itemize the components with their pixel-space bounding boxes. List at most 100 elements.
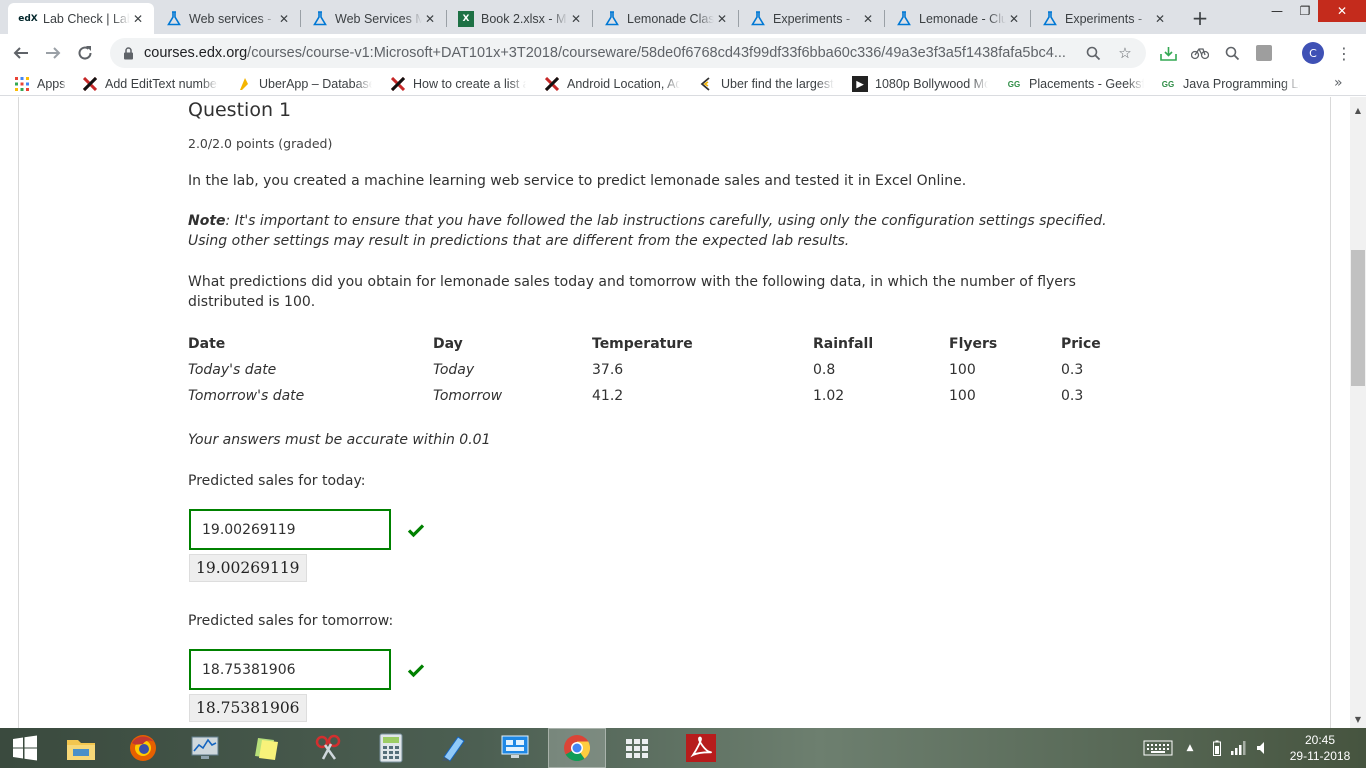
tray-expand-icon[interactable]: ▲ [1182, 728, 1198, 768]
table-header: Rainfall [813, 336, 874, 352]
zoom-icon[interactable] [1083, 43, 1103, 63]
reload-icon [78, 46, 92, 60]
bookmark-label: Uber find the largest [721, 77, 834, 91]
reload-button[interactable] [72, 40, 98, 66]
table-cell: Today's date [188, 362, 277, 378]
tab-title: Experiments - [773, 11, 851, 26]
tab-lemonade-clas[interactable]: Lemonade Clas ✕ [592, 3, 738, 34]
taskbar-calculator[interactable] [362, 728, 420, 768]
address-bar[interactable]: courses.edx.org/courses/course-v1:Micros… [110, 38, 1146, 68]
new-tab-button[interactable]: + [1188, 6, 1212, 30]
start-button[interactable] [0, 728, 50, 768]
signal-icon[interactable] [1228, 728, 1250, 768]
tab-separator [738, 10, 739, 27]
taskbar-clock[interactable]: 20:45 29-11-2018 [1282, 732, 1358, 764]
restore-button[interactable]: ❐ [1292, 0, 1318, 22]
tab-web-services-m[interactable]: Web Services M ✕ [300, 3, 446, 34]
table-cell: 0.8 [813, 362, 836, 378]
bookmark-star-icon[interactable]: ☆ [1115, 43, 1135, 63]
taskbar-firefox[interactable] [114, 728, 172, 768]
bookmark-label: Java Programming La [1183, 77, 1300, 91]
tab-separator [446, 10, 447, 27]
minimize-button[interactable]: — [1262, 0, 1292, 22]
correct-check-icon [407, 664, 425, 678]
taskbar-snipping-tool[interactable] [300, 728, 358, 768]
clock-time: 20:45 [1304, 733, 1336, 747]
close-icon[interactable]: ✕ [130, 11, 146, 27]
battery-icon[interactable] [1206, 728, 1228, 768]
tab-strip: edX Lab Check | Lab ✕ Web services - ✕ W… [0, 0, 1366, 34]
flask-icon [750, 11, 766, 27]
answer-input-today[interactable]: 19.00269119 [189, 509, 391, 550]
flask-icon [604, 11, 620, 27]
url-text[interactable]: courses.edx.org/courses/course-v1:Micros… [144, 45, 1084, 61]
windows-logo-icon [13, 735, 37, 761]
taskbar-chrome[interactable] [548, 728, 606, 768]
clock-date: 29-11-2018 [1289, 749, 1351, 763]
question-prompt: What predictions did you obtain for lemo… [188, 274, 1076, 310]
accuracy-note: Your answers must be accurate within 0.0… [188, 432, 491, 448]
tab-lab-check[interactable]: edX Lab Check | Lab ✕ [8, 3, 154, 34]
bookmark-uber-find[interactable]: Uber find the largest [698, 75, 834, 93]
bookmark-uberapp[interactable]: UberApp – Database [236, 75, 372, 93]
close-icon[interactable]: ✕ [276, 11, 292, 27]
tab-book2-xlsx[interactable]: X Book 2.xlsx - M ✕ [446, 3, 592, 34]
url-path: /courses/course-v1:Microsoft+DAT101x+3T2… [247, 45, 1066, 61]
extension-download-icon[interactable] [1158, 43, 1178, 63]
back-button[interactable] [8, 40, 34, 66]
bookmark-java-programming[interactable]: GG Java Programming La [1160, 75, 1300, 93]
table-header: Temperature [592, 336, 693, 352]
gfg-icon: GG [1161, 79, 1175, 89]
taskbar-remote-desktop[interactable] [486, 728, 544, 768]
taskbar-notepad[interactable] [424, 728, 482, 768]
bookmark-add-edittext[interactable]: Add EditText number [82, 75, 218, 93]
close-icon[interactable]: ✕ [860, 11, 876, 27]
answer-input-tomorrow[interactable]: 18.75381906 [189, 649, 391, 690]
menu-kebab-icon[interactable]: ⋮ [1334, 43, 1354, 63]
extension-bike-icon[interactable] [1190, 43, 1210, 63]
answer-preview-tomorrow: 18.75381906 [189, 694, 307, 722]
close-icon[interactable]: ✕ [714, 11, 730, 27]
table-cell: 0.3 [1061, 388, 1084, 404]
tab-lemonade-clu[interactable]: Lemonade - Clu ✕ [884, 3, 1030, 34]
close-icon[interactable]: ✕ [1152, 11, 1168, 27]
bookmark-placements-gfg[interactable]: GG Placements - Geeksfo [1006, 75, 1144, 93]
profile-avatar[interactable]: C [1302, 42, 1324, 64]
bookmark-bollywood[interactable]: ▶ 1080p Bollywood Mo [852, 75, 988, 93]
taskbar-sticky-notes[interactable] [238, 728, 296, 768]
keyboard-icon[interactable] [1138, 728, 1178, 768]
tab-experiments-2[interactable]: Experiments - ✕ [1030, 3, 1176, 34]
vertical-scrollbar[interactable] [1350, 97, 1366, 728]
scrollbar-thumb[interactable] [1351, 250, 1365, 386]
bookmark-android-location[interactable]: Android Location, Ad [544, 75, 680, 93]
forward-button[interactable] [40, 40, 66, 66]
taskbar-file-explorer[interactable] [52, 728, 110, 768]
tab-experiments[interactable]: Experiments - ✕ [738, 3, 884, 34]
extension-gray-icon[interactable] [1254, 43, 1274, 63]
bookmarks-overflow-icon[interactable]: » [1334, 75, 1343, 91]
windows-taskbar: ▲ 20:45 29-11-2018 [0, 728, 1366, 768]
taskbar-acrobat[interactable] [672, 728, 730, 768]
window-close-button[interactable]: ✕ [1318, 0, 1366, 22]
table-header: Price [1061, 336, 1101, 352]
close-icon[interactable]: ✕ [568, 11, 584, 27]
flask-icon [312, 11, 328, 27]
volume-icon[interactable] [1252, 728, 1274, 768]
table-header: Flyers [949, 336, 998, 352]
bookmark-apps[interactable]: Apps [14, 75, 74, 93]
table-cell: Today [433, 362, 475, 378]
taskbar-resource-monitor[interactable] [176, 728, 234, 768]
extension-search-icon[interactable] [1222, 43, 1242, 63]
taskbar-app-grid[interactable] [610, 728, 668, 768]
close-icon[interactable]: ✕ [1006, 11, 1022, 27]
folder-icon [67, 740, 95, 760]
tab-web-services[interactable]: Web services - ✕ [154, 3, 300, 34]
scroll-down-icon[interactable]: ▼ [1350, 711, 1366, 727]
tab-title: Web Services M [335, 11, 422, 26]
bookmark-create-list[interactable]: How to create a list a [390, 75, 526, 93]
close-icon[interactable]: ✕ [422, 11, 438, 27]
scroll-up-icon[interactable]: ▲ [1350, 102, 1366, 118]
calculator-icon [379, 733, 403, 763]
sticky-notes-icon [255, 738, 278, 760]
apps-grid-icon [14, 76, 30, 92]
